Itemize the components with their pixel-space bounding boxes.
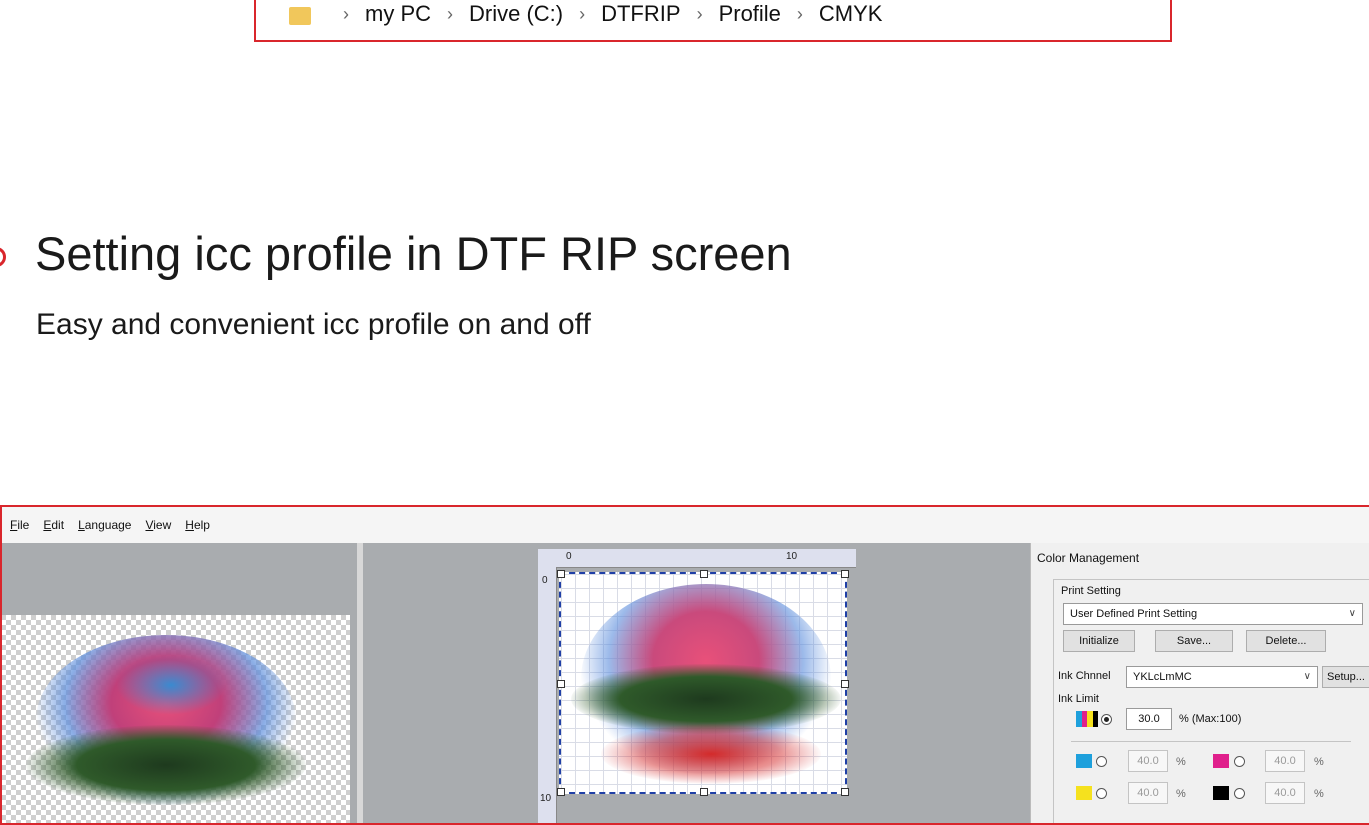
page-subtitle: Easy and convenient icc profile on and o… [36,308,591,341]
ink-limit-label: Ink Limit [1058,693,1099,705]
ink-channel-value: YKLcLmMC [1133,671,1192,683]
ink-limit-total-input[interactable]: 30.0 [1126,708,1172,730]
ruler-label: 10 [786,551,798,562]
breadcrumb-item[interactable]: my PC [365,1,431,27]
menu-help[interactable]: Help [185,518,210,532]
breadcrumb: › my PC › Drive (C:) › DTFRIP › Profile … [254,0,1172,42]
percent-label: % [1176,756,1186,768]
chevron-down-icon: ∨ [1348,608,1356,619]
artwork-foliage [26,725,306,805]
chevron-right-icon: › [696,3,703,24]
resize-handle[interactable] [841,788,849,796]
percent-label: % [1314,788,1324,800]
breadcrumb-item[interactable]: CMYK [819,1,883,27]
resize-handle[interactable] [557,788,565,796]
bullet-icon [0,247,6,267]
folder-icon [289,7,311,25]
horizontal-ruler: 0 10 [538,549,856,568]
setup-button[interactable]: Setup... [1322,666,1369,688]
transparency-background [2,615,350,823]
ink-channel-label: Ink Chnnel [1058,670,1111,682]
menu-language[interactable]: Language [78,518,131,532]
print-setting-label: Print Setting [1059,585,1123,597]
color-management-panel: Color Management Print Setting User Defi… [1030,543,1369,823]
menu-view[interactable]: View [145,518,171,532]
source-preview-pane[interactable] [2,543,357,823]
resize-handle[interactable] [557,570,565,578]
save-button[interactable]: Save... [1155,630,1233,652]
chevron-down-icon: ∨ [1303,671,1311,682]
black-limit-input[interactable]: 40.0 [1265,782,1305,804]
cyan-limit-radio[interactable] [1096,756,1107,767]
ink-limit-total-radio[interactable] [1101,714,1112,725]
chevron-right-icon: › [579,3,586,24]
resize-handle[interactable] [841,570,849,578]
ruler-label: 0 [542,575,548,586]
chevron-right-icon: › [343,3,349,24]
page-title: Setting icc profile in DTF RIP screen [35,227,792,280]
yellow-limit-input[interactable]: 40.0 [1128,782,1168,804]
menu-bar: File Edit Language View Help [2,507,1369,543]
yellow-swatch [1076,786,1092,800]
cyan-limit-input[interactable]: 40.0 [1128,750,1168,772]
vertical-ruler: 0 10 [538,567,557,823]
initialize-button[interactable]: Initialize [1063,630,1135,652]
magenta-swatch [1213,754,1229,768]
layout-pane[interactable]: 0 10 0 10 [363,543,1030,823]
ink-channel-select[interactable]: YKLcLmMC ∨ [1126,666,1318,688]
panel-title: Color Management [1037,551,1140,565]
print-canvas[interactable] [557,570,849,796]
percent-label: % [1314,756,1324,768]
ruler-label: 10 [540,793,552,804]
ruler-label: 0 [566,551,572,562]
resize-handle[interactable] [557,680,565,688]
rip-app-window: File Edit Language View Help 0 10 0 10 C… [0,505,1369,825]
print-setting-value: User Defined Print Setting [1070,608,1198,620]
magenta-limit-radio[interactable] [1234,756,1245,767]
breadcrumb-item[interactable]: Profile [719,1,781,27]
menu-edit[interactable]: Edit [43,518,64,532]
magenta-limit-input[interactable]: 40.0 [1265,750,1305,772]
resize-handle[interactable] [841,680,849,688]
yellow-limit-radio[interactable] [1096,788,1107,799]
percent-label: % [1176,788,1186,800]
divider [1071,741,1351,742]
breadcrumb-item[interactable]: Drive (C:) [469,1,563,27]
cyan-swatch [1076,754,1092,768]
cmyk-swatch-icon [1076,711,1098,727]
chevron-right-icon: › [796,3,803,24]
ink-limit-max-text: % (Max:100) [1179,713,1242,725]
delete-button[interactable]: Delete... [1246,630,1326,652]
black-swatch [1213,786,1229,800]
resize-handle[interactable] [700,788,708,796]
black-limit-radio[interactable] [1234,788,1245,799]
resize-handle[interactable] [700,570,708,578]
menu-file[interactable]: File [10,518,29,532]
breadcrumb-item[interactable]: DTFRIP [601,1,680,27]
artwork-blue-accent [116,655,226,715]
artwork-red-splash [601,724,821,784]
chevron-right-icon: › [447,3,453,24]
print-setting-select[interactable]: User Defined Print Setting ∨ [1063,603,1363,625]
